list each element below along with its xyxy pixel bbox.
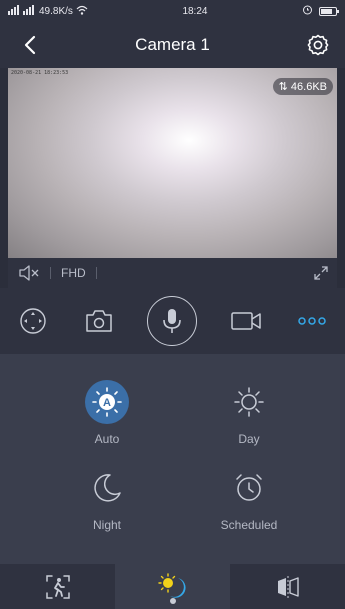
alarm-clock-icon (236, 474, 262, 501)
talk-button[interactable] (147, 296, 198, 346)
tab-mirror-flip[interactable] (230, 564, 345, 609)
divider (95, 267, 97, 279)
alarm-icon (302, 4, 313, 18)
network-speed: 49.8K/s (39, 5, 73, 17)
signal-icon (8, 4, 36, 18)
bitrate-badge: ⇅ 46.6KB (272, 78, 333, 95)
mirror-flip-icon (277, 575, 299, 598)
mode-day[interactable]: Day (199, 380, 299, 446)
bitrate-value: 46.6KB (290, 81, 327, 93)
gear-icon (307, 34, 329, 56)
mode-night[interactable]: Night (57, 466, 157, 532)
back-button[interactable] (18, 32, 44, 58)
wifi-icon (76, 5, 88, 18)
motion-person-icon (45, 574, 70, 599)
mode-scheduled-label: Scheduled (220, 518, 278, 532)
svg-text:A: A (103, 397, 111, 409)
battery-icon (318, 6, 339, 16)
top-app-bar: Camera 1 (0, 22, 345, 68)
mode-night-label: Night (92, 518, 121, 532)
mode-auto-label: Auto (94, 432, 120, 446)
camera-live-view[interactable]: 2020-08-21 18:23:53 ⇅ 46.6KB (8, 68, 337, 258)
divider (50, 267, 51, 279)
more-button[interactable] (294, 303, 330, 339)
camera-controls (0, 288, 345, 354)
status-bar: 49.8K/s 18:24 (0, 0, 345, 22)
sun-icon (234, 387, 264, 417)
chevron-left-icon (24, 35, 36, 55)
record-button[interactable] (228, 303, 264, 339)
status-time: 18:24 (182, 5, 208, 17)
tab-motion-detection[interactable] (0, 564, 115, 609)
ptz-button[interactable] (15, 303, 51, 339)
scheduled-mode-icon-wrap (227, 466, 271, 510)
moon-icon (94, 474, 121, 502)
dpad-icon (20, 308, 46, 334)
night-mode-icon-wrap (85, 466, 129, 510)
camera-icon (86, 310, 113, 332)
tab-night-vision[interactable] (115, 564, 230, 609)
night-vision-mode-panel: A Auto Day Night Scheduled (0, 354, 345, 564)
video-timestamp-overlay: 2020-08-21 18:23:53 (11, 70, 69, 76)
microphone-icon (163, 309, 182, 333)
expand-icon (314, 266, 328, 280)
more-dots-icon (298, 317, 326, 325)
auto-mode-icon-wrap: A (85, 380, 129, 424)
auto-sun-icon: A (92, 387, 122, 417)
bottom-tab-bar (0, 564, 345, 609)
sun-moon-icon (157, 572, 186, 604)
settings-button[interactable] (305, 32, 331, 58)
transfer-arrows-icon: ⇅ (278, 81, 288, 93)
mode-day-label: Day (238, 432, 260, 446)
mode-scheduled[interactable]: Scheduled (199, 466, 299, 532)
quality-selector[interactable]: FHD (61, 266, 86, 280)
video-toolbar: FHD (8, 258, 337, 288)
page-title: Camera 1 (135, 35, 210, 54)
fullscreen-button[interactable] (313, 265, 329, 281)
video-camera-icon (230, 312, 261, 330)
speaker-muted-icon (19, 265, 39, 281)
snapshot-button[interactable] (81, 303, 117, 339)
day-mode-icon-wrap (227, 380, 271, 424)
mode-auto[interactable]: A Auto (57, 380, 157, 446)
mute-button[interactable] (18, 265, 40, 281)
